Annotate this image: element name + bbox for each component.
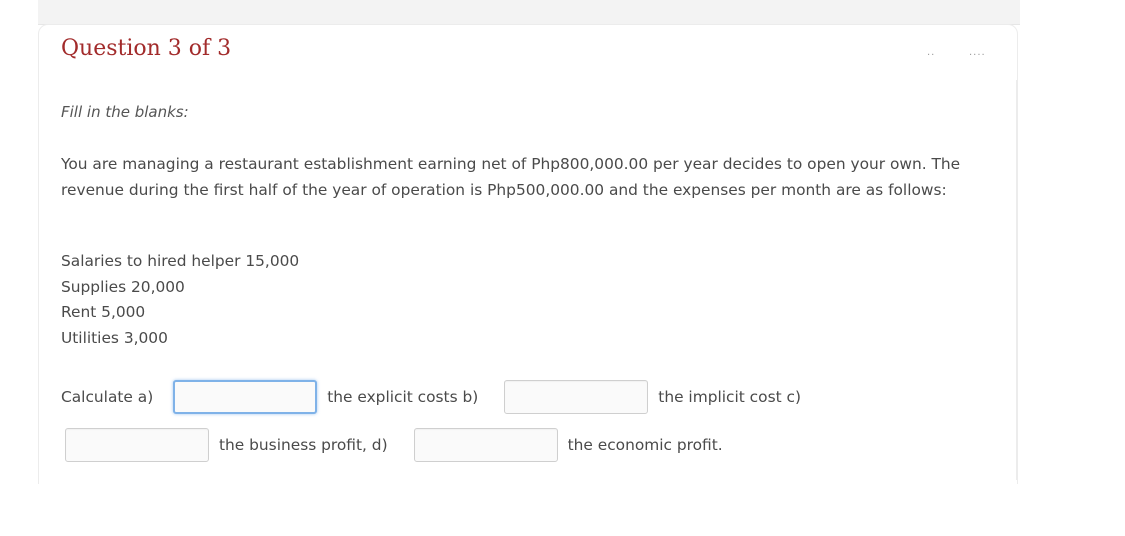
economic-profit-label: the economic profit. xyxy=(567,436,723,454)
question-title: Question 3 of 3 xyxy=(61,36,232,61)
top-strip xyxy=(38,0,1020,25)
header-mark: .. xyxy=(927,47,936,58)
blank-c-input[interactable] xyxy=(65,428,209,462)
scroll-track xyxy=(1016,80,1017,480)
blank-b-input[interactable] xyxy=(504,380,649,414)
header-mark: .... xyxy=(969,47,986,58)
business-profit-label: the business profit, d) xyxy=(219,436,388,454)
question-paragraph: You are managing a restaurant establishm… xyxy=(61,155,961,199)
implicit-cost-label: the implicit cost c) xyxy=(658,388,801,406)
instruction-text: Fill in the blanks: xyxy=(61,103,189,121)
blank-d-input[interactable] xyxy=(413,428,558,462)
calculate-label: Calculate a) xyxy=(61,388,154,406)
expense-item: Supplies 20,000 xyxy=(61,277,185,296)
fill-in-row-2: the business profit, d) the economic pro… xyxy=(65,428,723,462)
expense-item: Rent 5,000 xyxy=(61,303,146,321)
expense-item: Salaries to hired helper 15,000 xyxy=(61,252,300,270)
blank-a-input[interactable] xyxy=(173,380,318,414)
question-card: Question 3 of 3 .. .... Fill in the blan… xyxy=(38,24,1018,484)
expense-item: Utilities 3,000 xyxy=(61,328,168,347)
explicit-costs-label: the explicit costs b) xyxy=(327,388,479,406)
expense-list: Salaries to hired helper 15,000 Supplies… xyxy=(61,249,299,351)
fill-in-row-1: Calculate a) the explicit costs b) the i… xyxy=(61,380,801,414)
